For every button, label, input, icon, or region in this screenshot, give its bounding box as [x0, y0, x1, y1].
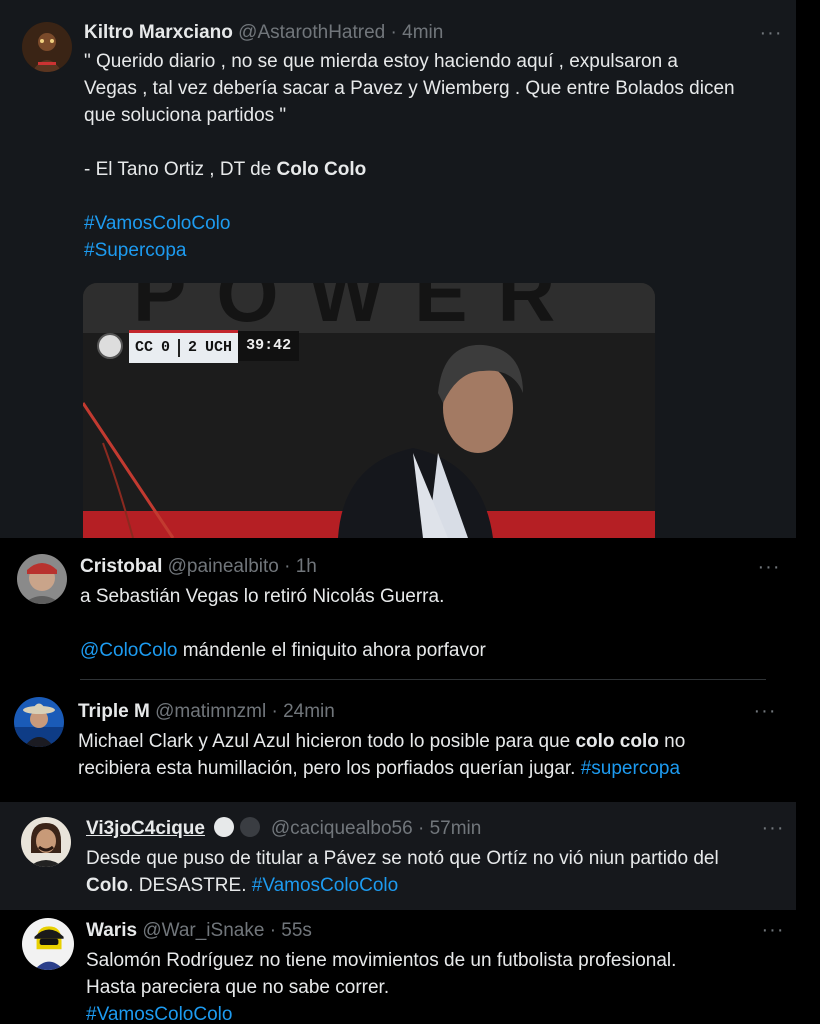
avatar[interactable] — [14, 697, 64, 747]
white-circle-icon — [214, 817, 235, 837]
more-options-icon[interactable]: ··· — [755, 557, 783, 580]
scoreboard: CC 0 2 UCH 39:42 — [97, 329, 300, 363]
text-line: - El Tano Ortiz , DT de Colo Colo — [84, 156, 735, 183]
separator-dot: · — [417, 818, 425, 839]
text-span: recibiera esta humillación, pero los por… — [78, 758, 581, 779]
tweet-text: Desde que puso de titular a Pávez se not… — [86, 845, 719, 899]
text-span: no — [658, 731, 686, 752]
tweet-text: a Sebastián Vegas lo retiró Nicolás Guer… — [80, 583, 486, 664]
avatar[interactable] — [17, 554, 67, 604]
timestamp[interactable]: 4min — [402, 22, 443, 43]
author-handle[interactable]: @caciquealbo56 — [271, 818, 413, 839]
author-handle[interactable]: @painealbito — [168, 556, 279, 577]
tweet-header: Vi3joC4cique @caciquealbo56 · 57min — [86, 817, 481, 841]
author-handle[interactable]: @matimnzml — [155, 701, 266, 722]
tweet-card[interactable]: Cristobal @painealbito · 1h ··· a Sebast… — [0, 538, 796, 680]
avatar[interactable] — [22, 918, 74, 970]
tweet-card[interactable]: Kiltro Marxciano @AstarothHatred · 4min … — [0, 0, 796, 538]
home-team: CC — [135, 339, 154, 356]
text-span: mándenle el finiquito ahora porfavor — [177, 640, 486, 661]
avatar-image — [21, 817, 71, 867]
avatar-image — [22, 918, 74, 970]
hashtag-link[interactable]: #Supercopa — [84, 240, 186, 261]
text-line: Hasta pareciera que no sabe correr. — [86, 977, 390, 998]
timestamp[interactable]: 57min — [430, 818, 482, 839]
separator-dot: · — [390, 22, 397, 43]
text-line: recibiera esta humillación, pero los por… — [78, 755, 685, 782]
tweet-text: Michael Clark y Azul Azul hicieron todo … — [78, 728, 685, 782]
timestamp[interactable]: 1h — [296, 556, 317, 577]
hashtag-link[interactable]: #VamosColoColo — [86, 1004, 232, 1024]
avatar[interactable] — [22, 22, 72, 72]
text-line: que soluciona partidos " — [84, 105, 287, 126]
separator-dot: · — [271, 701, 278, 722]
timestamp[interactable]: 24min — [283, 701, 335, 722]
text-line: @ColoColo mándenle el finiquito ahora po… — [80, 637, 486, 664]
tweet-card[interactable]: Waris @War_iSnake · 55s ··· Salomón Rodr… — [0, 910, 796, 1024]
tweet-text: " Querido diario , no se que mierda esto… — [84, 48, 735, 264]
more-options-icon[interactable]: ··· — [751, 701, 779, 724]
hashtag-link[interactable]: #supercopa — [581, 758, 680, 779]
separator-dot: · — [284, 556, 291, 577]
avatar-image — [14, 697, 64, 747]
away-team: UCH — [205, 339, 233, 356]
text-span: Michael Clark y Azul Azul hicieron todo … — [78, 731, 576, 752]
hashtag-link[interactable]: #VamosColoColo — [84, 213, 230, 234]
tweet-header: Cristobal @painealbito · 1h — [80, 555, 317, 579]
avatar-image — [22, 22, 72, 72]
more-options-icon[interactable]: ··· — [759, 920, 787, 943]
author-handle[interactable]: @AstarothHatred — [238, 22, 385, 43]
author-name[interactable]: Triple M — [78, 701, 150, 722]
text-line: Colo. DESASTRE. #VamosColoColo — [86, 872, 719, 899]
author-name[interactable]: Kiltro Marxciano — [84, 22, 233, 43]
tweet-card[interactable]: Triple M @matimnzml · 24min ··· Michael … — [0, 680, 796, 802]
avatar[interactable] — [21, 817, 71, 867]
tweet-text: Salomón Rodríguez no tiene movimientos d… — [86, 947, 676, 1024]
text-line: " Querido diario , no se que mierda esto… — [84, 51, 679, 72]
text-span: . DESASTRE. — [128, 875, 252, 896]
league-icon — [97, 333, 123, 359]
author-name[interactable]: Cristobal — [80, 556, 162, 577]
text-line: Desde que puso de titular a Pávez se not… — [86, 848, 719, 869]
mention-link[interactable]: @ColoColo — [80, 640, 177, 661]
more-options-icon[interactable]: ··· — [757, 23, 785, 46]
match-clock: 39:42 — [238, 331, 300, 361]
author-name[interactable]: Vi3joC4cique — [86, 818, 205, 839]
tweet-media-video[interactable]: POWER CC 0 2 UCH 39:42 — [83, 283, 655, 538]
bold-text: Colo — [86, 875, 129, 896]
text-line: Salomón Rodríguez no tiene movimientos d… — [86, 950, 677, 971]
tweet-card[interactable]: Vi3joC4cique @caciquealbo56 · 57min ··· … — [0, 802, 796, 910]
separator-dot: · — [269, 920, 277, 941]
bold-text: colo colo — [575, 731, 659, 752]
more-options-icon[interactable]: ··· — [759, 818, 787, 841]
author-handle[interactable]: @War_iSnake — [142, 920, 264, 941]
hashtag-link[interactable]: #VamosColoColo — [252, 875, 398, 896]
author-name[interactable]: Waris — [86, 920, 137, 941]
black-circle-icon — [239, 817, 260, 837]
timestamp[interactable]: 55s — [281, 920, 312, 941]
avatar-image — [17, 554, 67, 604]
tweet-header: Triple M @matimnzml · 24min — [78, 700, 335, 724]
text-line: Michael Clark y Azul Azul hicieron todo … — [78, 728, 685, 755]
text-span: - El Tano Ortiz , DT de — [84, 159, 277, 180]
text-line: Vegas , tal vez debería sacar a Pavez y … — [84, 78, 735, 99]
away-score: 2 — [188, 339, 198, 356]
home-score: 0 — [161, 339, 171, 356]
tweet-header: Waris @War_iSnake · 55s — [86, 919, 312, 943]
tweet-header: Kiltro Marxciano @AstarothHatred · 4min — [84, 21, 443, 45]
bold-text: Colo Colo — [276, 159, 367, 180]
text-line: a Sebastián Vegas lo retiró Nicolás Guer… — [80, 586, 445, 607]
